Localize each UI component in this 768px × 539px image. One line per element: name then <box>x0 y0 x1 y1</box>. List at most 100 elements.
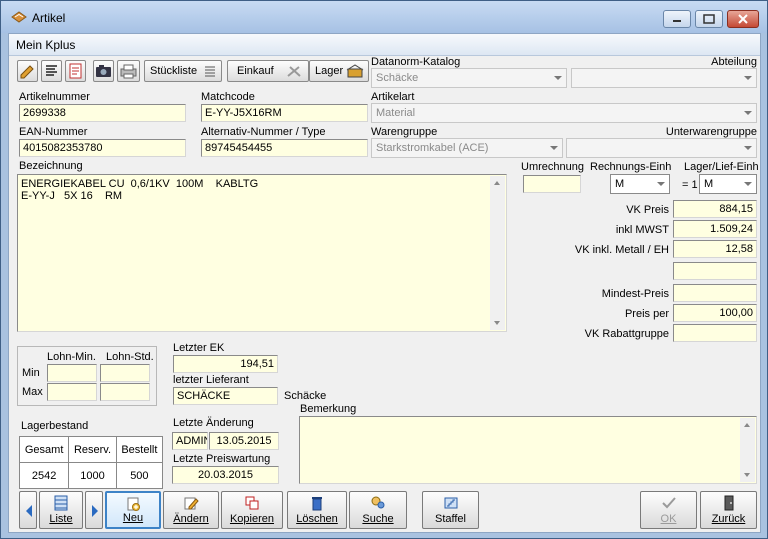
mindest-preis-label: Mindest-Preis <box>601 288 669 300</box>
printer-icon <box>120 64 137 79</box>
neu-button[interactable]: Neu <box>105 491 161 529</box>
bezeichnung-scrollbar[interactable] <box>490 176 505 330</box>
scroll-up-icon <box>744 423 750 427</box>
search-icon <box>371 496 385 509</box>
letzte-preiswartung-label: Letzte Preiswartung <box>173 453 271 465</box>
lager-lief-einh-select[interactable]: M <box>699 174 757 194</box>
document-icon <box>69 63 82 79</box>
lager-button[interactable]: Lager <box>309 60 369 82</box>
staffel-button[interactable]: Staffel <box>422 491 479 529</box>
chevron-down-icon <box>744 111 752 115</box>
unterwarengruppe-select[interactable] <box>566 138 757 158</box>
datanorm-value: Schäcke <box>376 72 419 84</box>
bemerkung-textarea[interactable] <box>299 416 757 484</box>
toolbar-edit-button[interactable] <box>17 60 38 82</box>
artikel-window: Artikel Mein Kplus Stückliste Einkauf La… <box>0 0 768 539</box>
lager-lief-prefix: = 1 <box>682 179 698 191</box>
stueckliste-label: Stückliste <box>150 65 198 77</box>
umrechnung-label: Umrechnung <box>521 161 584 173</box>
bemerkung-label: Bemerkung <box>300 403 357 415</box>
liste-button[interactable]: Liste <box>39 491 83 529</box>
stueckliste-button[interactable]: Stückliste <box>144 60 222 82</box>
letzte-aenderung-user[interactable]: ADMIN <box>172 432 208 450</box>
window-title: Artikel <box>32 11 66 25</box>
staffel-label: Staffel <box>435 513 466 525</box>
toolbar-camera-button[interactable] <box>93 60 114 82</box>
rechnungs-einh-select[interactable]: M <box>610 174 670 194</box>
title-bar: Artikel <box>1 1 767 33</box>
vk-metall-field[interactable]: 12,58 <box>673 240 757 258</box>
datanorm-select[interactable]: Schäcke <box>371 68 567 88</box>
lager-lief-einh-value: M <box>704 178 714 190</box>
toolbar-text-button[interactable] <box>41 60 62 82</box>
alternativ-field[interactable]: 89745454455 <box>201 139 368 157</box>
menu-mein-kplus[interactable]: Mein Kplus <box>16 38 75 52</box>
matchcode-field[interactable]: E-YY-J5X16RM <box>201 104 368 122</box>
ean-field[interactable]: 4015082353780 <box>19 139 186 157</box>
inkl-mwst-label: inkl MWST <box>615 224 669 236</box>
close-button[interactable] <box>727 10 759 28</box>
aendern-label: Ändern <box>173 513 209 525</box>
artikelart-label: Artikelart <box>371 91 415 103</box>
warengruppe-value: Starkstromkabel (ACE) <box>376 142 489 154</box>
preis-per-label: Preis per <box>624 308 669 320</box>
close-icon <box>738 14 748 24</box>
lohn-std-min-field[interactable] <box>100 364 150 382</box>
lohn-row-min-label: Min <box>22 367 40 379</box>
umrechnung-field[interactable] <box>523 175 581 193</box>
lohn-std-max-field[interactable] <box>100 383 150 401</box>
letzter-ek-field[interactable]: 194,51 <box>173 355 278 373</box>
lohn-min-min-field[interactable] <box>47 364 97 382</box>
minimize-button[interactable] <box>663 10 691 28</box>
scroll-down-icon <box>494 321 500 325</box>
mindest-preis-field[interactable] <box>673 284 757 302</box>
letzter-lieferant-field[interactable]: SCHÄCKE <box>173 387 278 405</box>
letzte-preiswartung-date[interactable]: 20.03.2015 <box>172 466 279 484</box>
warengruppe-select[interactable]: Starkstromkabel (ACE) <box>371 138 563 158</box>
letzte-aenderung-date[interactable]: 13.05.2015 <box>209 432 279 450</box>
vk-preis-field[interactable]: 884,15 <box>673 200 757 218</box>
artikelart-select[interactable]: Material <box>371 103 757 123</box>
lieferant-name: Schäcke <box>284 390 327 402</box>
list-icon <box>205 66 215 77</box>
artikelart-value: Material <box>376 107 416 119</box>
abteilung-select[interactable] <box>571 68 757 88</box>
chevron-down-icon <box>550 146 558 150</box>
tools-icon <box>287 66 301 77</box>
next-button[interactable] <box>85 491 103 529</box>
inkl-mwst-field[interactable]: 1.509,24 <box>673 220 757 238</box>
zurueck-button[interactable]: Zurück <box>700 491 757 529</box>
datanorm-label: Datanorm-Katalog <box>371 56 461 68</box>
ean-label: EAN-Nummer <box>19 126 88 138</box>
letzter-ek-label: Letzter EK <box>173 342 225 354</box>
vk-rabattgruppe-field[interactable] <box>673 324 757 342</box>
client-area: Mein Kplus Stückliste Einkauf Lager Data… <box>8 33 761 533</box>
bezeichnung-line-1: ENERGIEKABEL CU 0,6/1KV 100M KABLTG <box>21 178 259 190</box>
letzter-lieferant-label: letzter Lieferant <box>173 374 249 386</box>
vk-preis-label: VK Preis <box>626 204 669 216</box>
artikelnummer-field[interactable]: 2699338 <box>19 104 186 122</box>
aendern-button[interactable]: Ändern <box>163 491 219 529</box>
alternativ-label: Alternativ-Nummer / Type <box>201 126 326 138</box>
bemerkung-scrollbar[interactable] <box>740 418 755 482</box>
loeschen-button[interactable]: Löschen <box>287 491 347 529</box>
suche-button[interactable]: Suche <box>349 491 407 529</box>
value-gesamt: 2542 <box>18 462 70 489</box>
toolbar-print-button[interactable] <box>117 60 140 82</box>
einkauf-button[interactable]: Einkauf <box>227 60 309 82</box>
bezeichnung-line-2: E-YY-J 5X 16 RM <box>21 190 123 202</box>
ok-button[interactable]: OK <box>640 491 697 529</box>
warengruppe-label: Warengruppe <box>371 126 438 138</box>
toolbar-document-button[interactable] <box>65 60 86 82</box>
vk-rabattgruppe-label: VK Rabattgruppe <box>584 328 669 340</box>
checkmark-icon <box>661 497 676 509</box>
lohn-min-max-field[interactable] <box>47 383 97 401</box>
trash-icon <box>312 497 322 511</box>
extra-price-field[interactable] <box>673 262 757 280</box>
letzte-aenderung-label: Letzte Änderung <box>173 417 254 429</box>
preis-per-field[interactable]: 100,00 <box>673 304 757 322</box>
maximize-button[interactable] <box>695 10 723 28</box>
previous-button[interactable] <box>19 491 37 529</box>
kopieren-button[interactable]: Kopieren <box>221 491 283 529</box>
bezeichnung-textarea[interactable]: ENERGIEKABEL CU 0,6/1KV 100M KABLTG E-YY… <box>17 174 507 332</box>
